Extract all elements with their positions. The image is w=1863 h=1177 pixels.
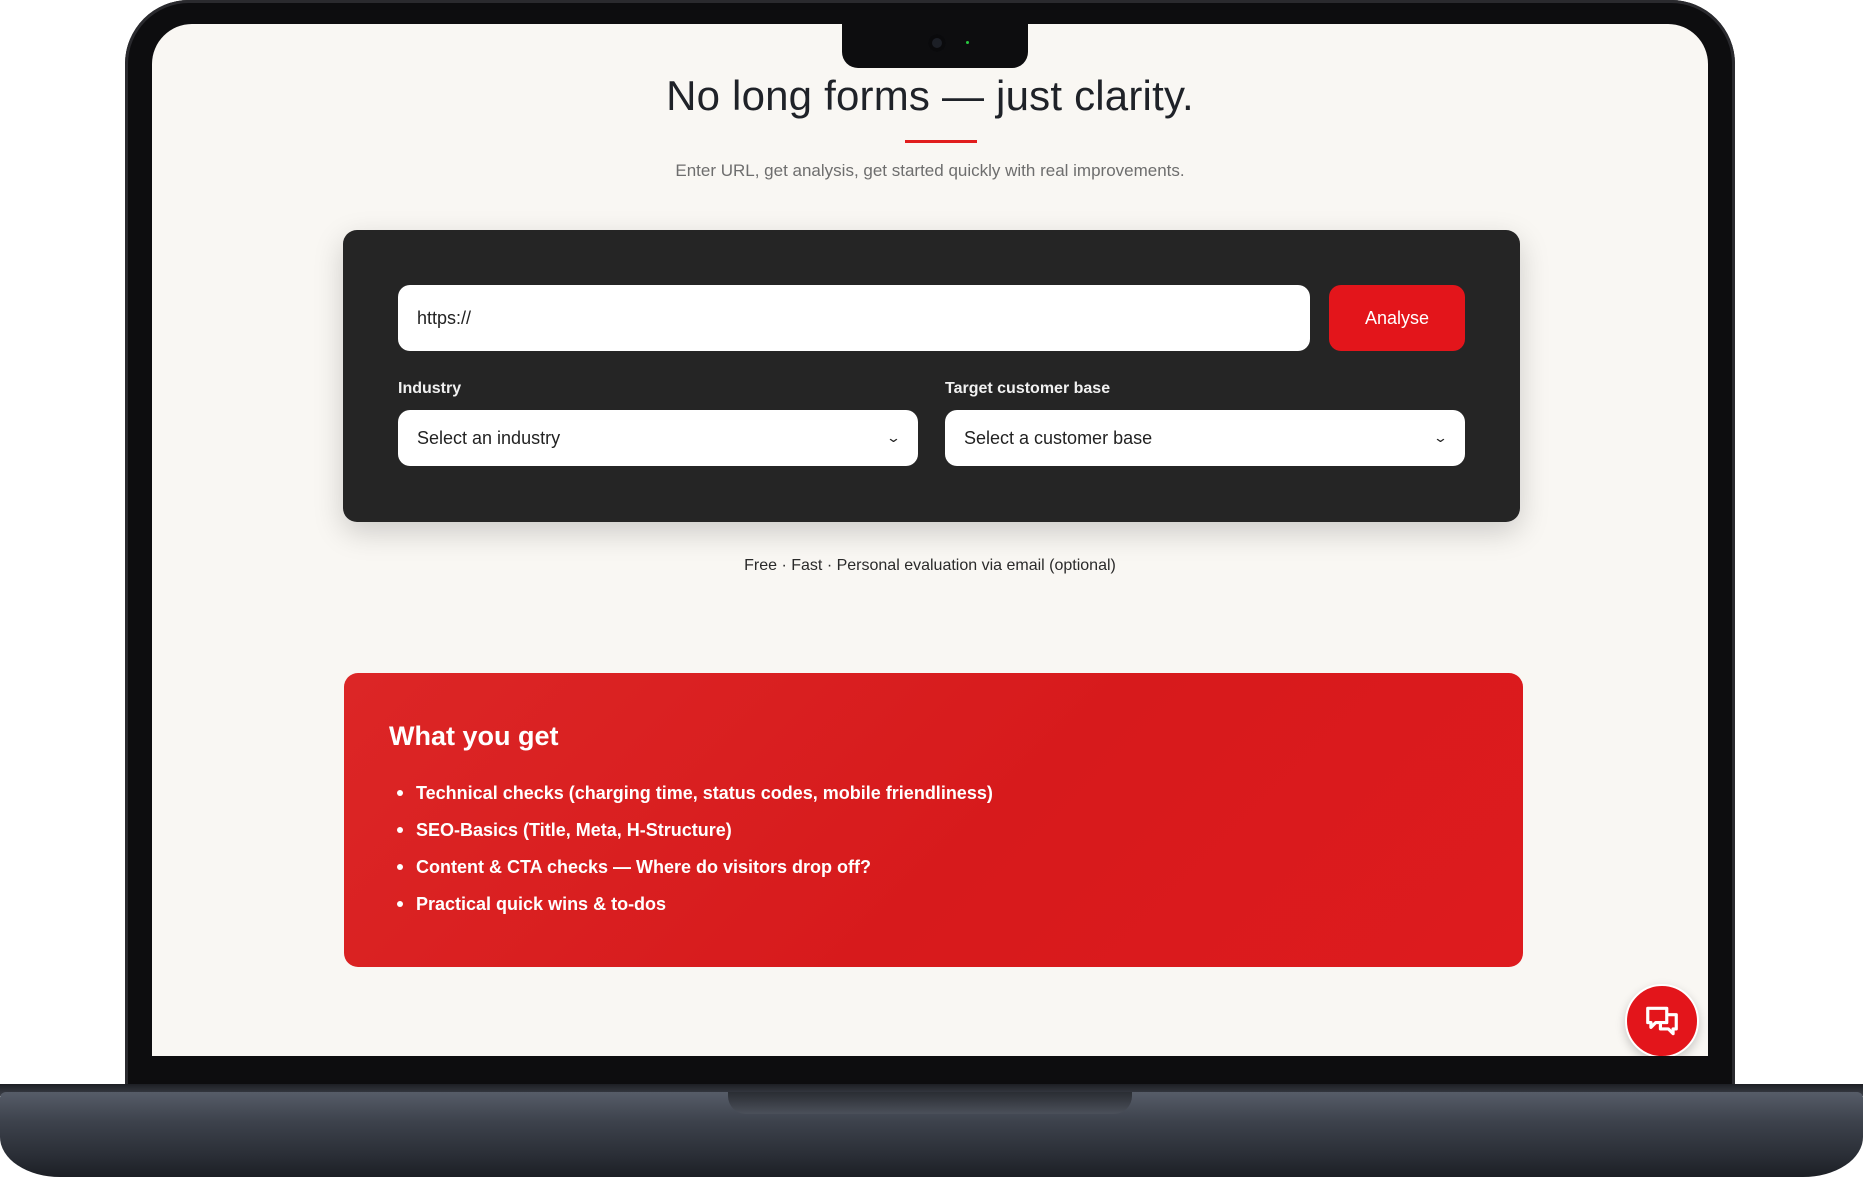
title-divider (905, 140, 977, 143)
camera-icon (928, 34, 946, 52)
list-item: Practical quick wins & to-dos (389, 893, 1478, 930)
screen: No long forms — just clarity. Enter URL,… (152, 24, 1708, 1056)
benefits-list: Technical checks (charging time, status … (389, 782, 1478, 930)
chat-button[interactable] (1625, 984, 1699, 1056)
chevron-down-icon: ⌄ (1432, 430, 1449, 445)
page-title: No long forms — just clarity. (666, 72, 1194, 119)
chevron-down-icon: ⌄ (885, 430, 902, 445)
customer-base-label: Target customer base (945, 380, 1111, 397)
benefits-panel: What you get Technical checks (charging … (344, 673, 1523, 967)
analyse-button[interactable]: Analyse (1329, 285, 1465, 351)
url-input[interactable] (398, 285, 1310, 351)
trust-line: Free · Fast · Personal evaluation via em… (744, 557, 1116, 574)
list-item: Technical checks (charging time, status … (389, 782, 1478, 819)
laptop-opening-notch (728, 1092, 1132, 1114)
chat-bubbles-icon (1646, 1006, 1678, 1036)
benefits-title: What you get (389, 721, 559, 751)
customer-base-select-value: Select a customer base (964, 427, 1153, 448)
list-item: Content & CTA checks — Where do visitors… (389, 856, 1478, 893)
camera-led (966, 41, 969, 44)
laptop-bezel: No long forms — just clarity. Enter URL,… (125, 0, 1735, 1090)
industry-select[interactable]: Select an industry ⌄ (398, 410, 918, 466)
list-item: SEO-Basics (Title, Meta, H-Structure) (389, 819, 1478, 856)
analysis-form-card: Analyse Industry Select an industry ⌄ Ta… (343, 230, 1520, 522)
camera-notch (842, 24, 1028, 68)
industry-label: Industry (398, 380, 462, 397)
customer-base-select[interactable]: Select a customer base ⌄ (945, 410, 1465, 466)
page-subtitle: Enter URL, get analysis, get started qui… (675, 161, 1185, 180)
industry-select-value: Select an industry (417, 427, 561, 448)
